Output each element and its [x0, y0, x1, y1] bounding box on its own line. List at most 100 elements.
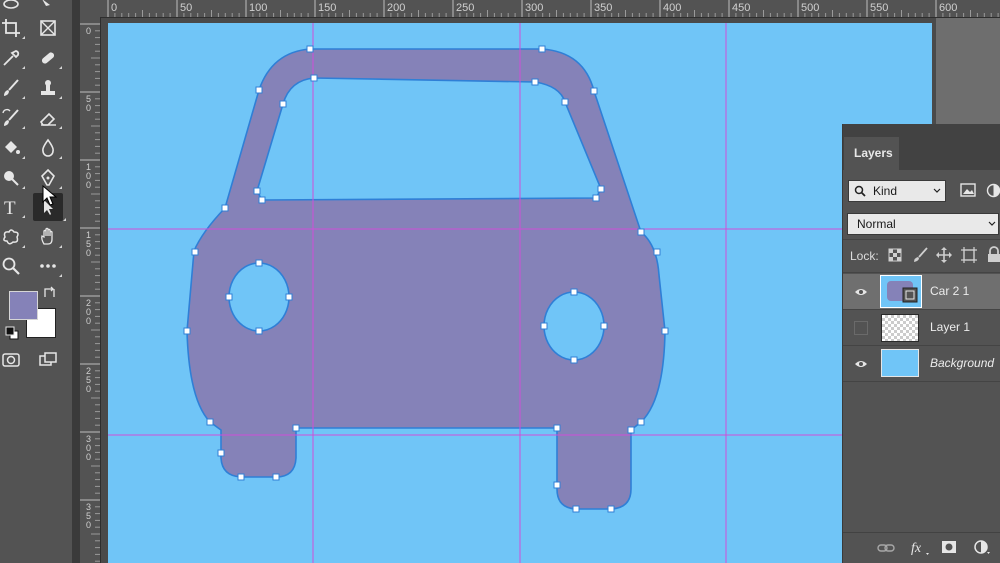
anchor-point[interactable] [310, 74, 318, 82]
svg-text:T: T [4, 198, 16, 217]
visibility-eye-icon[interactable] [854, 285, 868, 299]
anchor-point[interactable] [637, 418, 645, 426]
canvas[interactable] [108, 23, 932, 563]
guides[interactable] [108, 23, 932, 563]
brush-tool-icon[interactable] [0, 77, 25, 99]
clone-stamp-tool-icon[interactable] [37, 77, 62, 99]
hand-tool-icon[interactable] [37, 226, 62, 248]
layers-panel-footer: fx [843, 532, 1000, 563]
visibility-eye-icon[interactable] [854, 357, 868, 371]
anchor-point[interactable] [255, 327, 263, 335]
frame-tool-icon[interactable] [37, 17, 59, 39]
lock-label: Lock: [850, 249, 879, 263]
ruler-top-label: 500 [801, 2, 819, 14]
filter-adjustment-layers-icon[interactable] [986, 183, 1000, 198]
anchor-point[interactable] [637, 228, 645, 236]
ruler-left-label: 0 [86, 248, 91, 258]
anchor-point[interactable] [258, 196, 266, 204]
ruler-left-label: 0 [86, 316, 91, 326]
ruler-top-label: 350 [594, 2, 612, 14]
anchor-point[interactable] [253, 187, 261, 195]
layer-name-background: Background [930, 356, 995, 370]
anchor-point[interactable] [531, 78, 539, 86]
anchor-point[interactable] [553, 424, 561, 432]
lock-artboard-icon[interactable] [961, 247, 977, 263]
object-select-tool-icon[interactable] [37, 0, 59, 16]
eyedropper-tool-icon[interactable] [0, 47, 25, 69]
more-tools-icon[interactable] [37, 255, 62, 277]
quick-mask-icon[interactable] [0, 349, 22, 371]
ruler-top-label: 250 [456, 2, 474, 14]
lock-transparent-pixels-icon[interactable] [888, 248, 902, 262]
anchor-point[interactable] [600, 322, 608, 330]
ruler-top-label: 300 [525, 2, 543, 14]
ruler-origin[interactable] [80, 0, 100, 17]
zoom-tool-icon[interactable] [0, 255, 22, 277]
link-layers-icon[interactable] [877, 542, 895, 554]
swap-colors-icon[interactable] [42, 285, 58, 301]
screen-mode-icon[interactable] [37, 349, 59, 371]
anchor-point[interactable] [255, 86, 263, 94]
blend-mode-value: Normal [857, 217, 896, 231]
anchor-point[interactable] [225, 293, 233, 301]
eraser-tool-icon[interactable] [37, 107, 62, 129]
anchor-point[interactable] [597, 185, 605, 193]
anchor-point[interactable] [627, 426, 635, 434]
visibility-toggle-off[interactable] [854, 321, 868, 335]
anchor-point[interactable] [183, 327, 191, 335]
anchor-point[interactable] [237, 473, 245, 481]
anchor-point[interactable] [285, 293, 293, 301]
search-icon [854, 185, 866, 197]
panel-tab-bar: Layers [843, 124, 1000, 170]
custom-shape-tool-icon[interactable] [0, 226, 25, 248]
anchor-point[interactable] [607, 505, 615, 513]
layer-row-layer-1[interactable]: Layer 1 [843, 310, 1000, 345]
anchor-point[interactable] [590, 87, 598, 95]
horizontal-ruler[interactable]: 0 50 100 150 200 250 300 350 400 450 500 550 600 [80, 0, 1000, 18]
blend-mode-select[interactable]: Normal [847, 213, 999, 235]
lock-position-icon[interactable] [936, 247, 952, 263]
anchor-point[interactable] [292, 424, 300, 432]
divider [843, 381, 1000, 382]
anchor-point[interactable] [540, 322, 548, 330]
paint-bucket-tool-icon[interactable] [0, 137, 25, 159]
anchor-point[interactable] [538, 45, 546, 53]
add-mask-icon[interactable] [941, 540, 957, 554]
healing-brush-tool-icon[interactable] [37, 47, 62, 69]
history-brush-tool-icon[interactable] [0, 107, 25, 129]
anchor-point[interactable] [572, 505, 580, 513]
anchor-point[interactable] [306, 45, 314, 53]
car-shape[interactable] [186, 48, 666, 510]
foreground-color-swatch[interactable] [9, 291, 38, 320]
type-tool-icon[interactable]: T [0, 196, 25, 218]
anchor-point[interactable] [592, 194, 600, 202]
default-colors-icon[interactable] [4, 325, 20, 341]
anchor-point[interactable] [221, 204, 229, 212]
vertical-ruler[interactable]: 050100150200250300350 [80, 17, 101, 563]
anchor-point[interactable] [191, 248, 199, 256]
anchor-point[interactable] [570, 356, 578, 364]
anchor-point[interactable] [217, 449, 225, 457]
anchor-point[interactable] [553, 481, 561, 489]
anchor-point[interactable] [272, 473, 280, 481]
adjustment-layer-icon[interactable] [973, 539, 991, 555]
anchor-point[interactable] [561, 98, 569, 106]
layer-row-car[interactable]: Car 2 1 [843, 274, 1000, 309]
tab-layers[interactable]: Layers [844, 137, 899, 170]
anchor-point[interactable] [279, 100, 287, 108]
filter-pixel-layers-icon[interactable] [960, 183, 976, 197]
blur-tool-icon[interactable] [37, 137, 62, 159]
lock-all-icon[interactable] [987, 246, 1000, 263]
layer-row-background[interactable]: Background [843, 346, 1000, 381]
anchor-point[interactable] [661, 327, 669, 335]
anchor-point[interactable] [570, 288, 578, 296]
dodge-tool-icon[interactable] [0, 167, 25, 189]
layer-style-fx-icon[interactable]: fx [910, 539, 930, 557]
anchor-point[interactable] [653, 248, 661, 256]
layer-filter-select[interactable]: Kind [848, 180, 946, 202]
anchor-point[interactable] [206, 418, 214, 426]
lasso-tool-icon[interactable] [0, 0, 22, 16]
anchor-point[interactable] [255, 259, 263, 267]
crop-tool-icon[interactable] [0, 17, 25, 39]
lock-image-pixels-icon[interactable] [913, 247, 928, 263]
